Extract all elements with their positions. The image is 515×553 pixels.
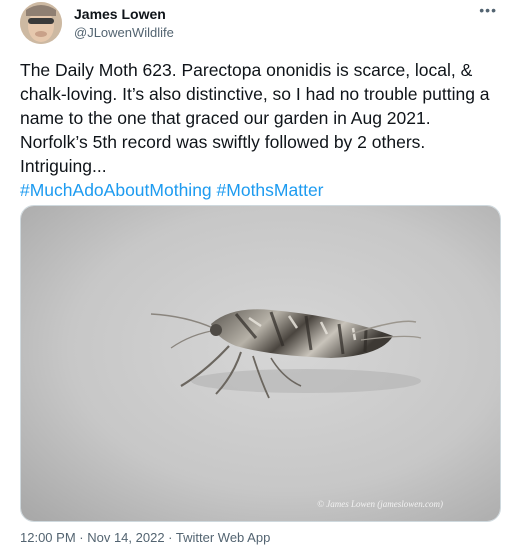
- hashtag-muchadoaboutmothing[interactable]: #MuchAdoAboutMothing: [20, 180, 212, 200]
- tweet-text: The Daily Moth 623. Parectopa ononidis i…: [20, 58, 502, 202]
- meta-separator: ·: [75, 530, 88, 545]
- avatar[interactable]: [20, 2, 62, 44]
- tweet-meta: 12:00 PM · Nov 14, 2022 · Twitter Web Ap…: [20, 530, 270, 545]
- hashtag-mothsmatter[interactable]: #MothsMatter: [217, 180, 324, 200]
- hashtags: #MuchAdoAboutMothing #MothsMatter: [20, 180, 324, 200]
- author-handle[interactable]: @JLowenWildlife: [74, 25, 174, 40]
- tweet-date[interactable]: Nov 14, 2022: [87, 530, 164, 545]
- author-name[interactable]: James Lowen: [74, 6, 166, 22]
- moth-photo: [21, 206, 500, 521]
- avatar-photo: [20, 2, 62, 44]
- tweet-time[interactable]: 12:00 PM: [20, 530, 76, 545]
- tweet-source[interactable]: Twitter Web App: [176, 530, 270, 545]
- meta-separator: ·: [164, 530, 176, 545]
- tweet-body: The Daily Moth 623. Parectopa ononidis i…: [20, 60, 495, 176]
- more-horizontal-icon[interactable]: •••: [479, 2, 497, 18]
- photo-watermark: © James Lowen (jameslowen.com): [317, 499, 443, 509]
- tweet-photo[interactable]: © James Lowen (jameslowen.com): [20, 205, 501, 522]
